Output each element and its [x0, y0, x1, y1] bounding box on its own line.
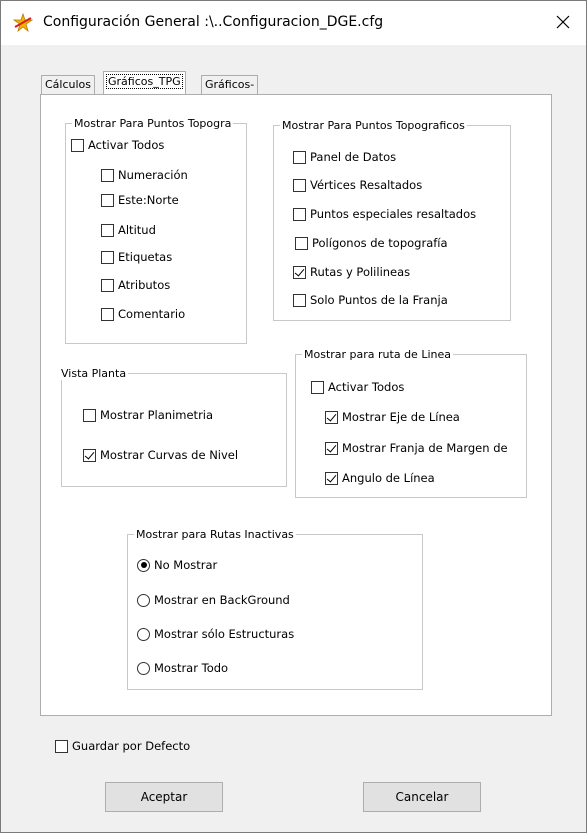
- activar-todos-label-left: Activar Todos: [88, 138, 165, 152]
- radio-no-mostrar-label: No Mostrar: [154, 558, 218, 572]
- altitud-checkbox[interactable]: Altitud: [101, 223, 156, 237]
- activar-todos-box-ruta[interactable]: [311, 380, 324, 394]
- tab-graficos-tpg[interactable]: Gráficos_TPG: [103, 71, 186, 94]
- app-logo-icon: [12, 12, 34, 33]
- config-dialog: Configuración General :\..Configuracion_…: [0, 0, 587, 833]
- activar-todos-box-left[interactable]: [71, 138, 84, 152]
- etiquetas-checkbox[interactable]: Etiquetas: [101, 250, 172, 264]
- solo-puntos-franja-box[interactable]: [293, 293, 306, 307]
- rutas-inactivas-title: Mostrar para Rutas Inactivas: [136, 528, 294, 541]
- poligonos-topografia-box[interactable]: [295, 236, 308, 250]
- radio-mostrar-background-circle[interactable]: [137, 593, 150, 607]
- tab-calculos[interactable]: Cálculos: [41, 75, 96, 94]
- accept-button[interactable]: Aceptar: [105, 782, 223, 812]
- panel-datos-checkbox[interactable]: Panel de Datos: [293, 150, 396, 164]
- activar-todos-checkbox-left[interactable]: Activar Todos: [71, 138, 164, 152]
- radio-mostrar-estructuras[interactable]: Mostrar sólo Estructuras: [137, 627, 294, 641]
- poligonos-topografia-checkbox[interactable]: Polígonos de topografía: [295, 236, 448, 250]
- mostrar-curvas-nivel-label: Mostrar Curvas de Nivel: [100, 448, 239, 462]
- poligonos-topografia-label: Polígonos de topografía: [312, 236, 448, 250]
- guardar-por-defecto-checkbox[interactable]: Guardar por Defecto: [55, 739, 190, 753]
- este-norte-label: Este:Norte: [118, 193, 179, 207]
- tab-calculos-label: Cálculos: [45, 78, 92, 91]
- solo-puntos-franja-label: Solo Puntos de la Franja: [310, 293, 448, 307]
- altitud-box[interactable]: [101, 223, 114, 237]
- group-puntos-left-title: Mostrar Para Puntos Topogra: [74, 117, 232, 130]
- atributos-checkbox[interactable]: Atributos: [101, 278, 170, 292]
- etiquetas-label: Etiquetas: [118, 250, 173, 264]
- tab-graficos-tpg-label: Gráficos_TPG: [106, 74, 183, 89]
- activar-todos-label-ruta: Activar Todos: [328, 380, 405, 394]
- etiquetas-box[interactable]: [101, 250, 114, 264]
- mostrar-franja-margen-label: Mostrar Franja de Margen de: [342, 441, 508, 455]
- radio-mostrar-estructuras-circle[interactable]: [137, 627, 150, 641]
- mostrar-planimetria-box[interactable]: [83, 408, 96, 422]
- rutas-polilineas-label: Rutas y Polilineas: [310, 265, 411, 279]
- puntos-especiales-checkbox[interactable]: Puntos especiales resaltados: [293, 207, 476, 221]
- este-norte-checkbox[interactable]: Este:Norte: [101, 193, 179, 207]
- radio-mostrar-background[interactable]: Mostrar en BackGround: [137, 593, 290, 607]
- comentario-box[interactable]: [101, 307, 114, 321]
- ruta-linea-title: Mostrar para ruta de Linea: [304, 348, 451, 361]
- comentario-checkbox[interactable]: Comentario: [101, 307, 185, 321]
- radio-mostrar-background-label: Mostrar en BackGround: [154, 593, 290, 607]
- mostrar-curvas-nivel-checkbox[interactable]: Mostrar Curvas de Nivel: [83, 448, 238, 462]
- mostrar-planimetria-checkbox[interactable]: Mostrar Planimetria: [83, 408, 213, 422]
- panel-datos-box[interactable]: [293, 150, 306, 164]
- close-button[interactable]: [540, 1, 586, 45]
- angulo-linea-box[interactable]: [325, 471, 338, 485]
- guardar-por-defecto-box[interactable]: [55, 739, 68, 753]
- rutas-polilineas-box[interactable]: [293, 265, 306, 279]
- puntos-especiales-label: Puntos especiales resaltados: [310, 207, 477, 221]
- mostrar-franja-margen-box[interactable]: [325, 441, 338, 455]
- group-puntos-right-title: Mostrar Para Puntos Topograficos: [282, 119, 465, 132]
- tab-graficos-diseno[interactable]: Gráficos-Diseño: [201, 75, 259, 109]
- atributos-label: Atributos: [118, 278, 171, 292]
- title-bar: Configuración General :\..Configuracion_…: [1, 1, 586, 45]
- vertices-resaltados-label: Vértices Resaltados: [310, 178, 423, 192]
- vertices-resaltados-checkbox[interactable]: Vértices Resaltados: [293, 178, 422, 192]
- tab-panel-graficos-tpg: Mostrar Para Puntos Topogra Activar Todo…: [40, 94, 552, 716]
- puntos-especiales-box[interactable]: [293, 207, 306, 221]
- rutas-polilineas-checkbox[interactable]: Rutas y Polilineas: [293, 265, 410, 279]
- cancel-button[interactable]: Cancelar: [363, 782, 481, 812]
- guardar-por-defecto-label: Guardar por Defecto: [72, 739, 191, 753]
- atributos-box[interactable]: [101, 278, 114, 292]
- radio-mostrar-todo-label: Mostrar Todo: [154, 661, 229, 675]
- radio-no-mostrar-circle[interactable]: [137, 558, 150, 572]
- activar-todos-checkbox-ruta[interactable]: Activar Todos: [311, 380, 404, 394]
- mostrar-eje-linea-checkbox[interactable]: Mostrar Eje de Línea: [325, 410, 460, 424]
- numeracion-label: Numeración: [118, 168, 188, 182]
- altitud-label: Altitud: [118, 223, 156, 237]
- comentario-label: Comentario: [118, 307, 186, 321]
- mostrar-eje-linea-label: Mostrar Eje de Línea: [342, 410, 460, 424]
- numeracion-checkbox[interactable]: Numeración: [101, 168, 188, 182]
- vista-planta-title: Vista Planta: [61, 367, 127, 380]
- numeracion-box[interactable]: [101, 168, 114, 182]
- radio-mostrar-todo-circle[interactable]: [137, 661, 150, 675]
- angulo-linea-label: Angulo de Línea: [342, 471, 435, 485]
- panel-datos-label: Panel de Datos: [310, 150, 397, 164]
- group-vista-planta: Vista Planta: [61, 367, 287, 487]
- solo-puntos-franja-checkbox[interactable]: Solo Puntos de la Franja: [293, 293, 448, 307]
- window-title: Configuración General :\..Configuracion_…: [43, 14, 384, 30]
- mostrar-franja-margen-checkbox[interactable]: Mostrar Franja de Margen de: [325, 441, 508, 455]
- este-norte-box[interactable]: [101, 193, 114, 207]
- radio-mostrar-todo[interactable]: Mostrar Todo: [137, 661, 228, 675]
- radio-mostrar-estructuras-label: Mostrar sólo Estructuras: [154, 627, 295, 641]
- mostrar-curvas-nivel-box[interactable]: [83, 448, 96, 462]
- angulo-linea-checkbox[interactable]: Angulo de Línea: [325, 471, 435, 485]
- vertices-resaltados-box[interactable]: [293, 178, 306, 192]
- mostrar-eje-linea-box[interactable]: [325, 410, 338, 424]
- mostrar-planimetria-label: Mostrar Planimetria: [100, 408, 214, 422]
- radio-no-mostrar[interactable]: No Mostrar: [137, 558, 217, 572]
- close-icon: [556, 15, 570, 32]
